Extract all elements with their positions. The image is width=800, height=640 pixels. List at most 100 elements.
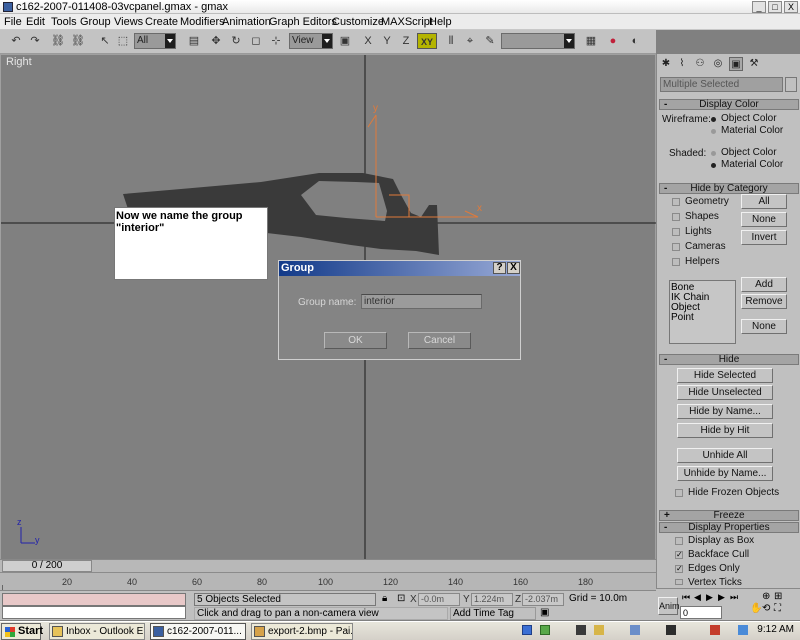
render-icon[interactable]: ● — [605, 33, 621, 49]
backface-cull-checkbox[interactable]: ✓ — [675, 551, 683, 559]
geometry-checkbox[interactable] — [672, 198, 680, 206]
menu-create[interactable]: Create — [145, 15, 178, 29]
time-slider[interactable]: 0 / 200 — [0, 559, 656, 572]
quick-render-icon[interactable]: ◐ — [627, 33, 643, 49]
undo-icon[interactable]: ↶ — [8, 33, 24, 49]
hide-by-hit-button[interactable]: Hide by Hit — [677, 423, 773, 438]
task-paint[interactable]: export-2.bmp - Pai... — [251, 623, 353, 640]
menu-edit[interactable]: Edit — [26, 15, 45, 29]
menu-group[interactable]: Group — [80, 15, 111, 29]
group-name-input[interactable]: interior — [361, 294, 482, 309]
hide-by-name-button[interactable]: Hide by Name... — [677, 404, 773, 419]
y-coord-field[interactable]: 1.224m — [471, 593, 513, 606]
use-center-icon[interactable]: ▣ — [337, 33, 353, 49]
shapes-checkbox[interactable] — [672, 213, 680, 221]
list-item[interactable]: IK Chain Object — [671, 293, 735, 313]
shaded-object-color-radio[interactable] — [711, 151, 716, 156]
play-icon[interactable]: ▶ — [706, 592, 713, 603]
next-frame-icon[interactable]: ▶ — [718, 592, 725, 603]
tray-network-icon[interactable] — [522, 625, 532, 635]
hide-selected-button[interactable]: Hide Selected — [677, 368, 773, 383]
category-all-button[interactable]: All — [741, 194, 787, 209]
helpers-checkbox[interactable] — [672, 258, 680, 266]
category-remove-button[interactable]: Remove — [741, 294, 787, 309]
time-slider-thumb[interactable]: 0 / 200 — [2, 560, 92, 572]
menu-help[interactable]: Help — [429, 15, 452, 29]
selection-name-field[interactable]: Multiple Selected — [660, 77, 783, 92]
zoom-icon[interactable]: ⊕ — [762, 591, 770, 602]
category-add-button[interactable]: Add — [741, 277, 787, 292]
ok-button[interactable]: OK — [324, 332, 387, 349]
align-icon[interactable]: ⌖ — [462, 33, 478, 49]
current-frame-field[interactable]: 0 — [680, 606, 722, 619]
dialog-close-button[interactable]: X — [507, 262, 520, 274]
selection-filter-dropdown[interactable]: All — [134, 33, 176, 49]
help-button[interactable]: ? — [493, 262, 506, 274]
cancel-button[interactable]: Cancel — [408, 332, 471, 349]
list-item[interactable]: Point — [671, 313, 735, 323]
rollout-display-color[interactable]: - Display Color — [659, 99, 799, 110]
x-coord-field[interactable]: -0.0m — [418, 593, 460, 606]
wireframe-material-color-radio[interactable] — [711, 129, 716, 134]
close-button[interactable]: X — [784, 1, 798, 13]
zoom-all-icon[interactable]: ⊞ — [774, 591, 782, 602]
unhide-by-name-button[interactable]: Unhide by Name... — [677, 466, 773, 481]
hide-unselected-button[interactable]: Hide Unselected — [677, 385, 773, 400]
menu-maxscript[interactable]: MAXScript — [381, 15, 433, 29]
track-bar[interactable]: 20 40 60 80 100 120 140 160 180 — [0, 572, 656, 590]
maximize-viewport-icon[interactable]: ⛶ — [774, 603, 781, 614]
menu-views[interactable]: Views — [114, 15, 143, 29]
category-list[interactable]: Bone IK Chain Object Point — [669, 280, 736, 344]
unlink-icon[interactable]: ⛓ — [70, 33, 86, 49]
named-selection-icon[interactable]: ✎ — [482, 33, 498, 49]
tray-app-icon[interactable] — [540, 625, 550, 635]
category-none-button[interactable]: None — [741, 212, 787, 227]
create-tab-icon[interactable]: ✱ — [659, 57, 673, 71]
lock-selection-icon[interactable]: 🔒︎ — [382, 593, 387, 604]
hide-frozen-checkbox[interactable] — [675, 489, 683, 497]
hierarchy-tab-icon[interactable]: ⚇ — [693, 57, 707, 71]
cameras-checkbox[interactable] — [672, 243, 680, 251]
orbit-icon[interactable]: ⟲ — [762, 603, 770, 614]
scale-icon[interactable]: ◻ — [248, 33, 264, 49]
redo-icon[interactable]: ↷ — [27, 33, 43, 49]
rollout-hide[interactable]: - Hide — [659, 354, 799, 365]
menu-modifiers[interactable]: Modifiers — [180, 15, 225, 29]
axis-xy-button[interactable]: XY — [417, 33, 437, 49]
selection-color-swatch[interactable] — [785, 77, 797, 92]
select-region-icon[interactable]: ⬚ — [115, 33, 131, 49]
select-object-icon[interactable]: ↖ — [97, 33, 113, 49]
link-icon[interactable]: ⛓ — [50, 33, 66, 49]
modify-tab-icon[interactable]: ⌇ — [675, 57, 689, 71]
utilities-tab-icon[interactable]: ⚒ — [747, 57, 761, 71]
tray-app-icon[interactable] — [576, 625, 586, 635]
menu-file[interactable]: File — [4, 15, 22, 29]
axis-y-button[interactable]: Y — [379, 33, 395, 49]
goto-start-icon[interactable]: ⏮ — [682, 592, 690, 603]
absolute-mode-icon[interactable]: ⊡ — [397, 593, 405, 604]
pan-icon[interactable]: ✋ — [750, 603, 762, 614]
motion-tab-icon[interactable]: ◎ — [711, 57, 725, 71]
category-invert-button[interactable]: Invert — [741, 230, 787, 245]
display-tab-icon[interactable]: ▣ — [729, 57, 743, 71]
material-editor-icon[interactable]: ▦ — [583, 33, 599, 49]
goto-end-icon[interactable]: ⏭ — [730, 592, 738, 603]
rollout-hide-by-category[interactable]: - Hide by Category — [659, 183, 799, 194]
time-tag-icon[interactable]: ▣ — [540, 607, 549, 618]
add-time-tag-button[interactable]: Add Time Tag — [450, 607, 536, 620]
named-selection-dropdown[interactable] — [501, 33, 575, 49]
axis-x-button[interactable]: X — [360, 33, 376, 49]
mirror-icon[interactable]: ⫴ — [443, 33, 459, 49]
rollout-display-properties[interactable]: - Display Properties — [659, 522, 799, 533]
tray-folder-icon[interactable] — [594, 625, 604, 635]
start-button[interactable]: Start — [1, 623, 43, 640]
rotate-icon[interactable]: ↻ — [228, 33, 244, 49]
tray-app-icon[interactable] — [630, 625, 640, 635]
wireframe-object-color-radio[interactable] — [711, 117, 716, 122]
shaded-material-color-radio[interactable] — [711, 163, 716, 168]
menu-animation[interactable]: Animation — [222, 15, 271, 29]
display-as-box-checkbox[interactable] — [675, 537, 683, 545]
tray-app-icon[interactable] — [666, 625, 676, 635]
menu-customize[interactable]: Customize — [332, 15, 384, 29]
anim-mode-button[interactable]: Anim. — [658, 597, 682, 615]
